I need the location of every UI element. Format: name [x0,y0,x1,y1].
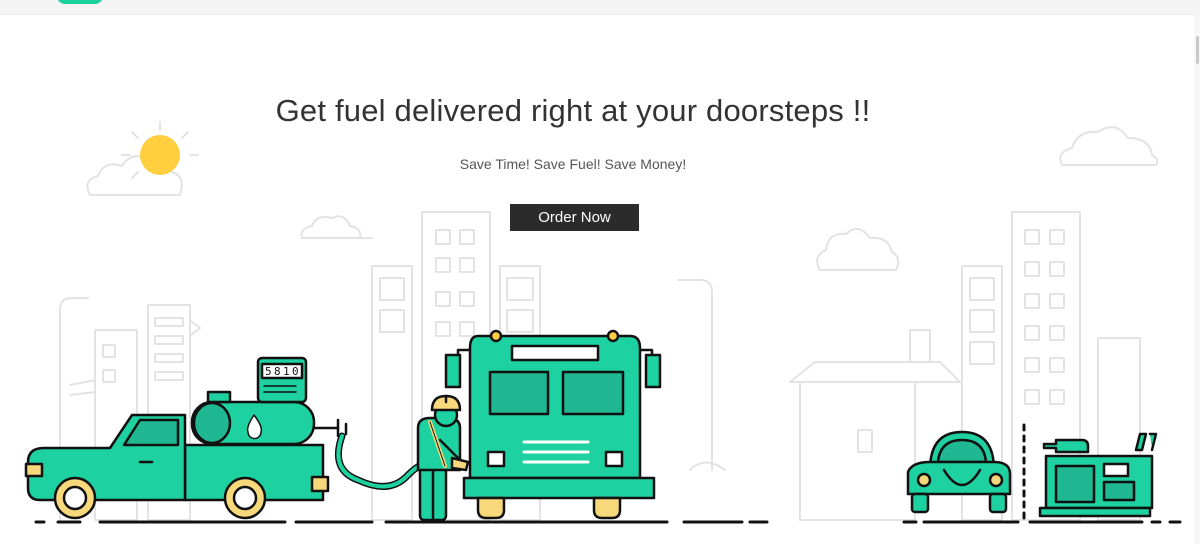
cloud-icon [816,227,900,271]
hero-headline: Get fuel delivered right at your doorste… [275,93,871,128]
meter-digit: 8 [274,365,281,378]
scrollbar-thumb[interactable] [1196,36,1199,64]
meter-digit: 1 [283,365,290,378]
fuel-delivery-truck [24,356,348,520]
hero-illustration: 5 8 1 0 [24,121,1182,524]
meter-digit: 0 [292,365,299,378]
page-scrollbar[interactable] [1194,14,1200,544]
small-car [906,430,1012,514]
cloud-icon [300,215,373,239]
meter-digit: 5 [265,365,272,378]
fuel-nozzle-icon [450,456,470,472]
order-now-button[interactable]: Order Now [510,204,639,231]
hero-tagline: Save Time! Save Fuel! Save Money! [459,156,687,172]
bus [444,329,662,520]
